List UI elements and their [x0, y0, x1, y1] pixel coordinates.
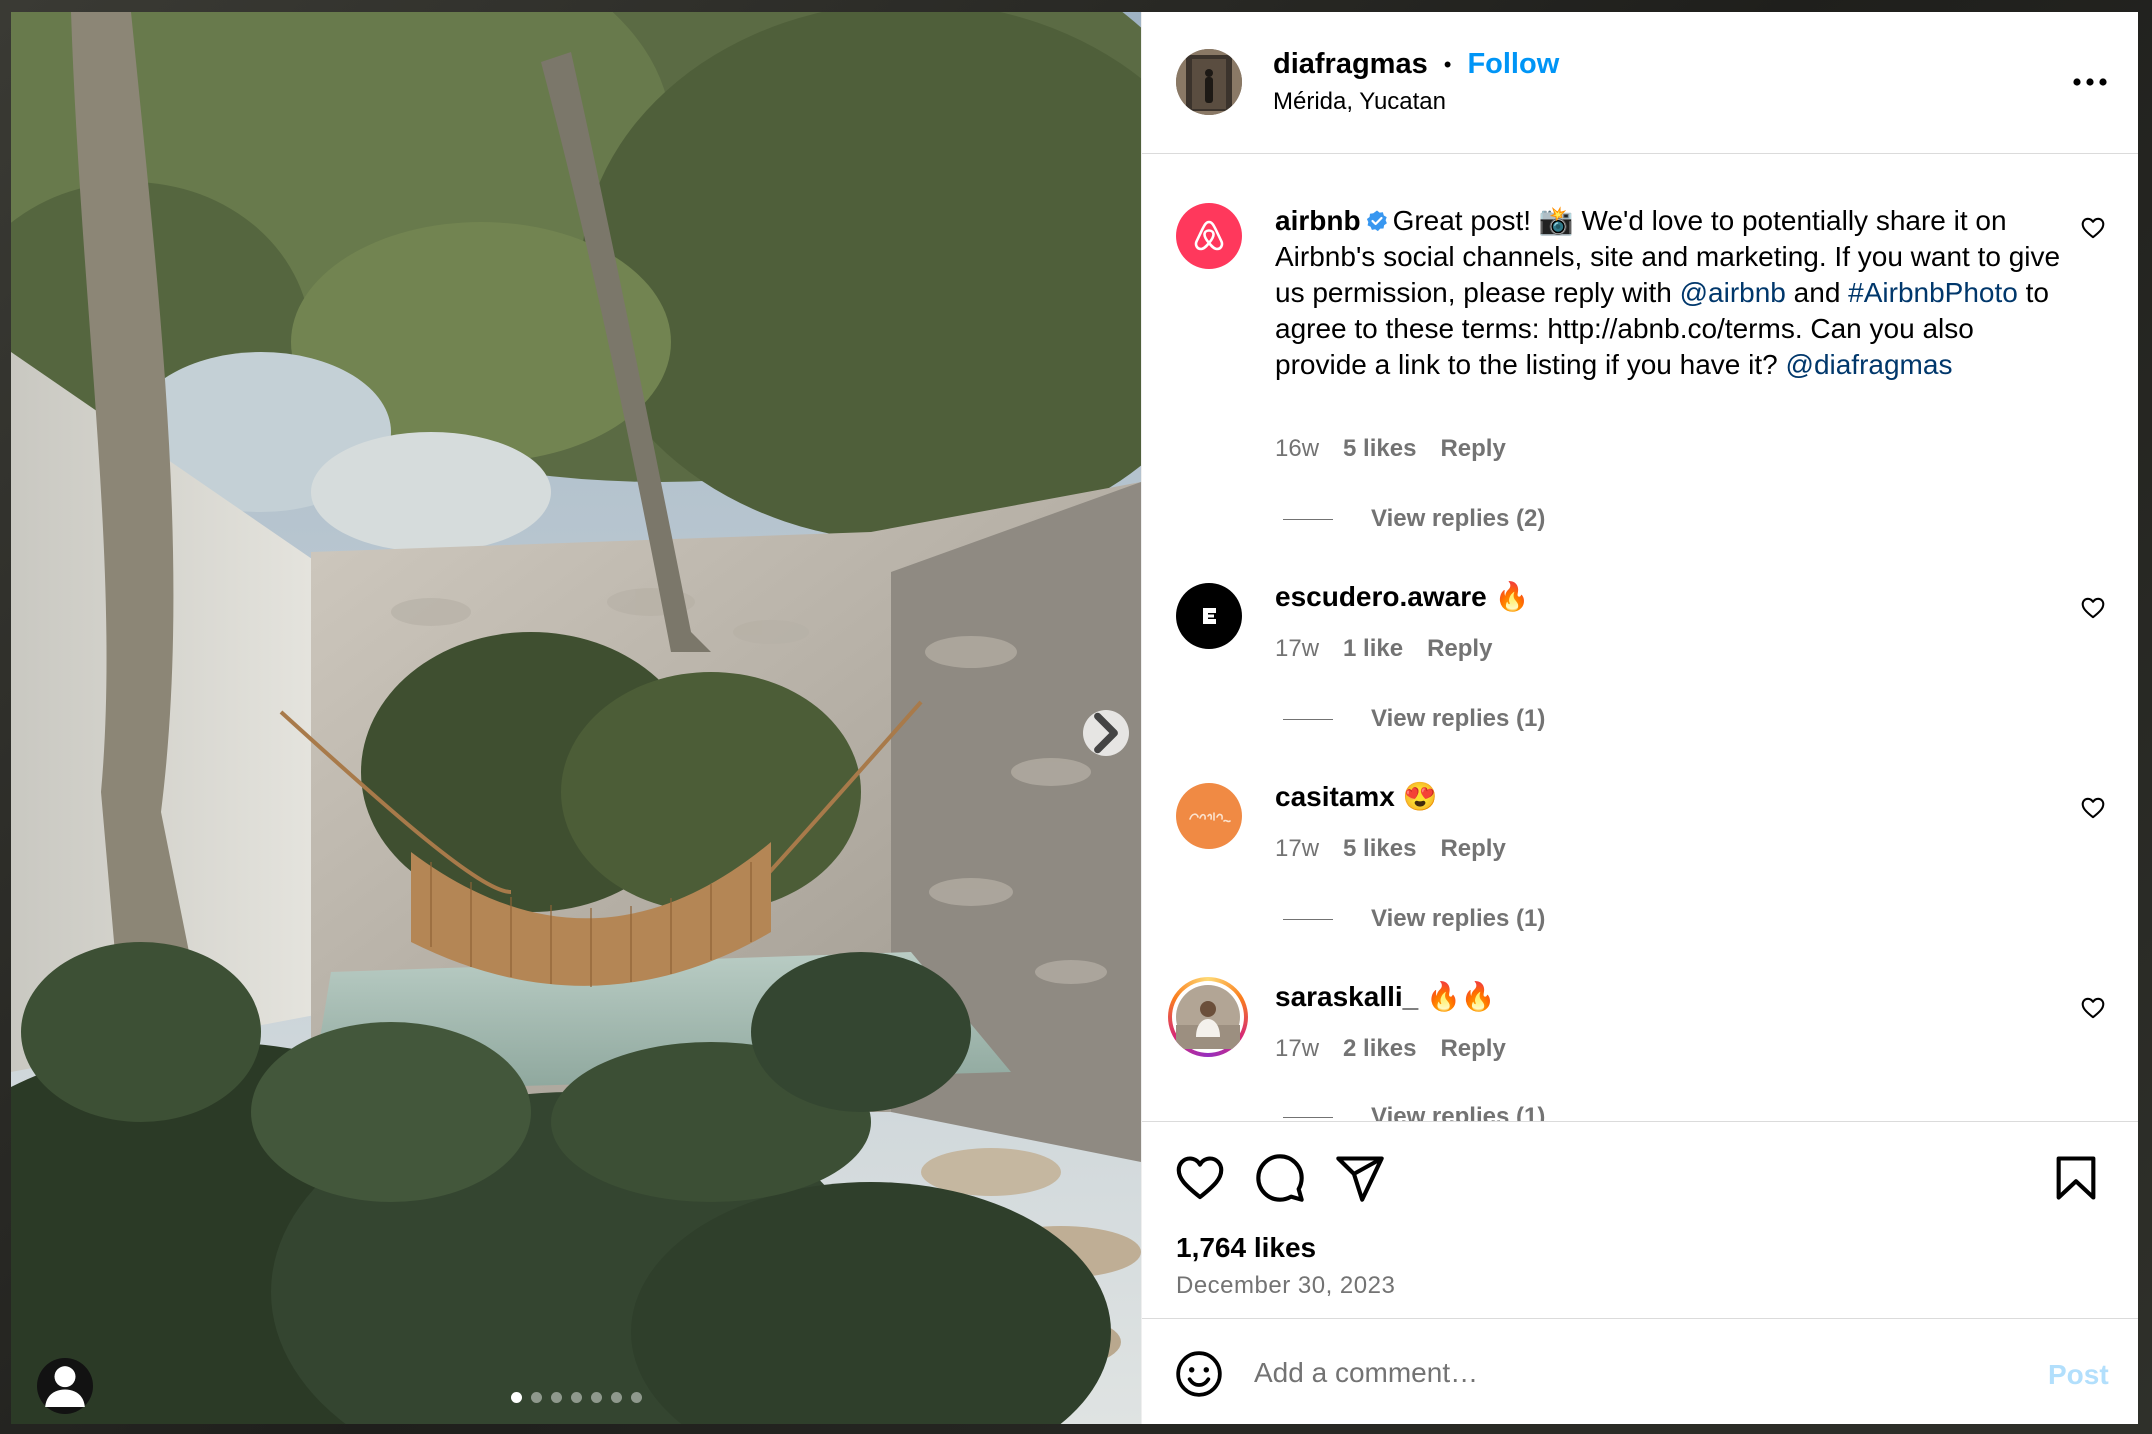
comments-list[interactable]: airbnb Great post! 📸 We'd love to potenti…	[1142, 155, 2138, 1121]
commenter-avatar-image	[1176, 985, 1240, 1049]
view-replies-label: View replies (1)	[1371, 905, 1546, 932]
comment-age: 17w	[1275, 1035, 1320, 1062]
comment-meta: 17w 1 like Reply	[1275, 635, 1492, 663]
more-horizontal-icon	[2073, 78, 2107, 86]
follow-button[interactable]: Follow	[1467, 48, 1559, 81]
view-replies-button[interactable]: View replies (1)	[1283, 1103, 1545, 1121]
post-detail-panel: diafragmas • Follow Mérida, Yucatan airb…	[1141, 12, 2138, 1424]
comment-username[interactable]: casitamx	[1275, 781, 1395, 812]
replies-divider	[1283, 718, 1333, 720]
share-paper-plane-icon[interactable]	[1334, 1152, 1386, 1204]
comment-text-part: 😍	[1402, 781, 1438, 812]
comment-text-part: 🔥	[1494, 581, 1530, 612]
comment-likes[interactable]: 2 likes	[1343, 1035, 1416, 1063]
post-photo[interactable]	[11, 12, 1141, 1424]
escudero-logo-icon	[1203, 608, 1216, 624]
comment-username[interactable]: airbnb	[1275, 205, 1361, 236]
next-image-button[interactable]	[1083, 710, 1129, 756]
post-comment-button[interactable]: Post	[2048, 1359, 2109, 1391]
comment-like-heart-icon[interactable]	[2080, 995, 2106, 1021]
user-icon	[45, 1366, 85, 1407]
commenter-avatar[interactable]	[1176, 583, 1242, 649]
comment-text-part: and	[1785, 277, 1849, 308]
casita-logo-icon	[1189, 812, 1231, 823]
tagged-users-button[interactable]	[37, 1358, 93, 1414]
comment-text: casitamx 😍	[1275, 779, 2065, 815]
view-replies-label: View replies (1)	[1371, 1103, 1546, 1121]
comment-likes[interactable]: 5 likes	[1343, 835, 1416, 863]
like-heart-icon[interactable]	[1174, 1152, 1226, 1204]
separator-dot: •	[1443, 51, 1452, 77]
page-backdrop: diafragmas • Follow Mérida, Yucatan airb…	[0, 0, 2152, 1434]
carousel-dot	[571, 1392, 582, 1403]
comment-meta: 17w 5 likes Reply	[1275, 835, 1506, 863]
airbnb-logo-icon	[1194, 220, 1224, 251]
comment-age: 16w	[1275, 435, 1320, 462]
reply-button[interactable]: Reply	[1427, 635, 1492, 663]
view-replies-button[interactable]: View replies (1)	[1283, 705, 1545, 733]
carousel-dot	[591, 1392, 602, 1403]
view-replies-label: View replies (1)	[1371, 705, 1546, 732]
comment-meta: 17w 2 likes Reply	[1275, 1035, 1506, 1063]
post-date[interactable]: December 30, 2023	[1176, 1272, 1395, 1300]
likes-count[interactable]: 1,764 likes	[1176, 1232, 1316, 1264]
view-replies-button[interactable]: View replies (2)	[1283, 505, 1545, 533]
owner-username[interactable]: diafragmas	[1273, 48, 1428, 81]
comment-age: 17w	[1275, 635, 1320, 662]
comment-age: 17w	[1275, 835, 1320, 862]
comment-composer: Post	[1142, 1318, 2138, 1424]
story-ring-gap	[1172, 981, 1244, 1053]
comment-text: saraskalli_ 🔥🔥	[1275, 979, 2065, 1015]
more-options-button[interactable]	[2066, 64, 2114, 100]
courtyard-photo-illustration	[11, 12, 1141, 1424]
owner-avatar-image	[1176, 49, 1242, 115]
comment-likes[interactable]: 1 like	[1343, 635, 1403, 663]
replies-divider	[1283, 918, 1333, 920]
comment-like-heart-icon[interactable]	[2080, 595, 2106, 621]
reply-button[interactable]: Reply	[1440, 835, 1505, 863]
save-bookmark-icon[interactable]	[2050, 1152, 2102, 1204]
carousel-indicator	[511, 1392, 642, 1403]
post-header: diafragmas • Follow Mérida, Yucatan	[1142, 12, 2138, 154]
carousel-dot	[611, 1392, 622, 1403]
reply-button[interactable]: Reply	[1440, 1035, 1505, 1063]
chevron-right-icon	[1094, 712, 1118, 754]
owner-line: diafragmas • Follow	[1273, 48, 1559, 81]
mention-link[interactable]: @diafragmas	[1786, 349, 1953, 380]
owner-avatar[interactable]	[1176, 49, 1242, 115]
verified-badge-icon	[1366, 210, 1387, 232]
replies-divider	[1283, 1116, 1333, 1118]
comment-likes[interactable]: 5 likes	[1343, 435, 1416, 463]
comment-username[interactable]: escudero.aware	[1275, 581, 1487, 612]
reply-button[interactable]: Reply	[1440, 435, 1505, 463]
comment-text-part: 🔥🔥	[1426, 981, 1496, 1012]
comment-like-heart-icon[interactable]	[2080, 215, 2106, 241]
comment-like-heart-icon[interactable]	[2080, 795, 2106, 821]
carousel-dot	[551, 1392, 562, 1403]
comment-meta: 16w 5 likes Reply	[1275, 435, 1506, 463]
comment-text: escudero.aware 🔥	[1275, 579, 2065, 615]
commenter-avatar[interactable]	[1176, 203, 1242, 269]
add-comment-input[interactable]	[1254, 1349, 1974, 1397]
commenter-avatar-story-ring[interactable]	[1168, 977, 1248, 1057]
post-location[interactable]: Mérida, Yucatan	[1273, 88, 1446, 116]
comment-username[interactable]: saraskalli_	[1275, 981, 1418, 1012]
hashtag-link[interactable]: #AirbnbPhoto	[1848, 277, 2018, 308]
carousel-dot	[531, 1392, 542, 1403]
comment-bubble-icon[interactable]	[1254, 1152, 1306, 1204]
view-replies-button[interactable]: View replies (1)	[1283, 905, 1545, 933]
carousel-dot	[511, 1392, 522, 1403]
post-actions: 1,764 likes December 30, 2023	[1142, 1121, 2138, 1331]
emoji-smiley-icon[interactable]	[1174, 1349, 1224, 1399]
replies-divider	[1283, 518, 1333, 520]
mention-link[interactable]: @airbnb	[1680, 277, 1786, 308]
comment-text: airbnb Great post! 📸 We'd love to potenti…	[1275, 203, 2065, 383]
view-replies-label: View replies (2)	[1371, 505, 1546, 532]
carousel-dot	[631, 1392, 642, 1403]
commenter-avatar[interactable]	[1176, 783, 1242, 849]
